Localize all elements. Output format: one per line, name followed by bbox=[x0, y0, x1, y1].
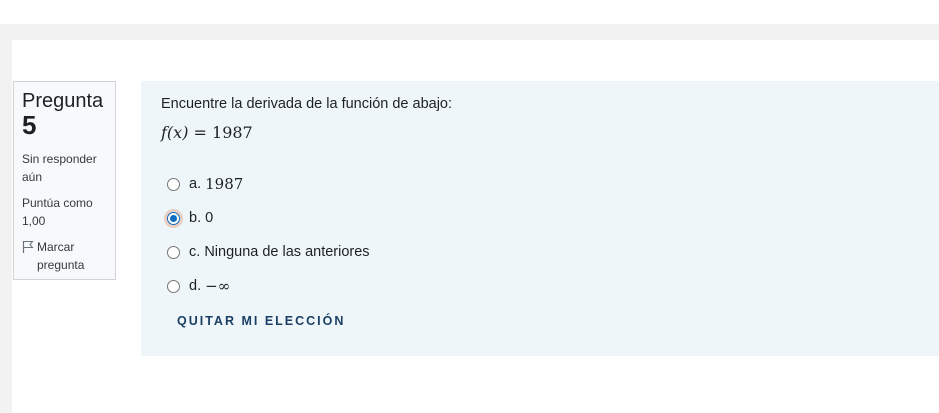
question-label: Pregunta bbox=[22, 90, 104, 112]
flag-question-label: Marcar pregunta bbox=[37, 240, 85, 272]
question-state: Sin responder aún bbox=[22, 152, 97, 184]
answer-option-b[interactable]: b. 0 bbox=[167, 201, 767, 235]
formula-eq: = bbox=[188, 123, 213, 142]
answer-text-a: 1987 bbox=[205, 175, 244, 193]
answer-option-c[interactable]: c. Ninguna de las anteriores bbox=[167, 235, 767, 269]
answer-radio-a[interactable] bbox=[167, 177, 180, 191]
answer-text-d: −∞ bbox=[205, 277, 231, 295]
question-text: Encuentre la derivada de la función de a… bbox=[161, 96, 453, 112]
answer-letter-b: b. bbox=[189, 210, 202, 226]
formula-rhs: 1987 bbox=[212, 123, 253, 142]
answer-letter-d: d. bbox=[189, 278, 202, 294]
answer-radio-d[interactable] bbox=[167, 279, 180, 293]
question-formula: f(x) = 1987 bbox=[161, 123, 253, 142]
question-content: Encuentre la derivada de la función de a… bbox=[141, 81, 939, 356]
flag-icon bbox=[22, 240, 34, 254]
answer-letter-a: a. bbox=[189, 176, 202, 192]
top-strip bbox=[0, 0, 939, 24]
clear-choice-button[interactable]: QUITAR MI ELECCIÓN bbox=[177, 314, 345, 328]
answer-text-c: Ninguna de las anteriores bbox=[204, 244, 370, 260]
answer-option-a[interactable]: a. 1987 bbox=[167, 167, 767, 201]
formula-lhs: f(x) bbox=[161, 123, 189, 142]
question-info-panel: Pregunta 5 Sin responder aún Puntúa como… bbox=[13, 81, 116, 280]
question-number: 5 bbox=[22, 110, 37, 140]
answer-radio-b[interactable] bbox=[167, 211, 180, 225]
answer-letter-c: c. bbox=[189, 244, 201, 260]
question-grade: Puntúa como 1,00 bbox=[22, 196, 93, 228]
flag-question-link[interactable]: Marcar pregunta bbox=[22, 238, 107, 274]
answer-text-b: 0 bbox=[205, 210, 214, 226]
answer-list: a. 1987 b. 0 c. Ninguna de las anteriore… bbox=[167, 167, 767, 303]
answer-radio-c[interactable] bbox=[167, 245, 180, 259]
answer-option-d[interactable]: d. −∞ bbox=[167, 269, 767, 303]
